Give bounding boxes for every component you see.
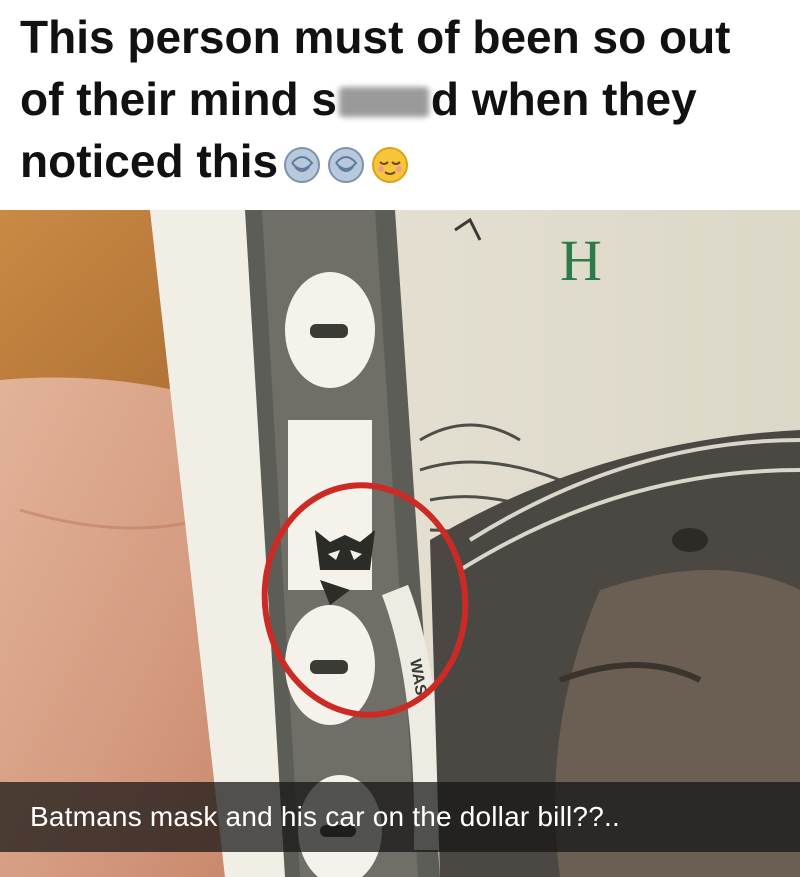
dollar-bill-illustration: WAS H bbox=[0, 210, 800, 877]
snapchat-caption-bar: Batmans mask and his car on the dollar b… bbox=[0, 782, 800, 852]
snapchat-caption-text: Batmans mask and his car on the dollar b… bbox=[30, 801, 620, 832]
caption-line-2-end: d when they bbox=[430, 73, 697, 125]
caption-line-1: This person must of been so out bbox=[20, 11, 731, 63]
post-header: This person must of been so out of their… bbox=[0, 0, 800, 210]
post-caption-text: This person must of been so out of their… bbox=[20, 6, 780, 200]
dizzy-face-icon bbox=[282, 138, 322, 200]
meme-post: This person must of been so out of their… bbox=[0, 0, 800, 877]
relieved-face-icon bbox=[370, 138, 410, 200]
caption-line-2-start: of their mind s bbox=[20, 73, 337, 125]
caption-line-2: of their mind s d when they bbox=[20, 68, 780, 130]
dollar-bill-photo: WAS H Batmans mask and his car on the do… bbox=[0, 210, 800, 877]
dizzy-face-icon bbox=[326, 138, 366, 200]
bill-seal-letter: H bbox=[560, 228, 602, 293]
caption-line-3: noticed this bbox=[20, 130, 780, 200]
censored-word-blur bbox=[338, 87, 429, 117]
caption-line-3-text: noticed this bbox=[20, 135, 279, 187]
